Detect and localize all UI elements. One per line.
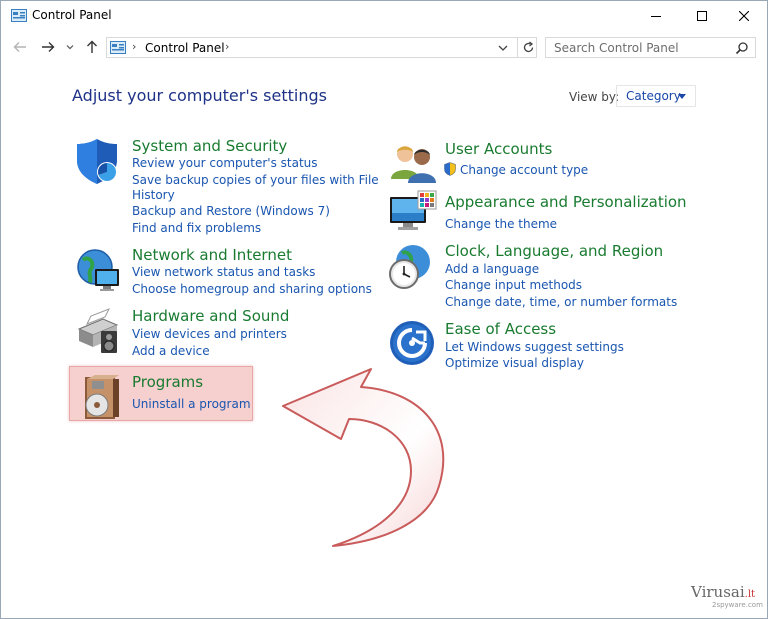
network-status-link[interactable]: View network status and tasks — [132, 264, 315, 280]
breadcrumb-separator-icon[interactable]: › — [132, 40, 136, 53]
change-account-type-link[interactable]: Change account type — [460, 162, 588, 178]
search-box[interactable]: Search Control Panel — [545, 37, 756, 58]
homegroup-sharing-link[interactable]: Choose homegroup and sharing options — [132, 281, 372, 297]
curved-arrow-annotation — [282, 368, 445, 547]
category-title[interactable]: Ease of Access — [445, 320, 556, 338]
title-bar: Control Panel — [1, 1, 767, 31]
search-icon[interactable] — [735, 41, 749, 55]
category-title[interactable]: Programs — [132, 373, 203, 391]
clock-globe-icon — [389, 245, 430, 289]
appearance-monitor-icon — [390, 190, 437, 230]
windows-suggest-settings-link[interactable]: Let Windows suggest settings — [445, 339, 624, 355]
category-title[interactable]: Network and Internet — [132, 246, 292, 264]
category-title[interactable]: Appearance and Personalization — [445, 193, 687, 211]
search-input[interactable]: Search Control Panel — [554, 41, 679, 55]
recent-locations-button[interactable] — [64, 38, 76, 56]
back-button[interactable] — [11, 38, 29, 56]
uac-shield-icon — [444, 162, 456, 176]
close-icon — [739, 11, 749, 21]
network-globe-icon — [77, 249, 119, 291]
add-language-link[interactable]: Add a language — [445, 261, 539, 277]
add-device-link[interactable]: Add a device — [132, 343, 210, 359]
navigation-bar: › Control Panel › Search Control Panel — [1, 34, 767, 62]
save-backup-link-continued[interactable]: History — [132, 187, 175, 203]
backup-restore-link[interactable]: Backup and Restore (Windows 7) — [132, 203, 330, 219]
view-by-dropdown[interactable]: Category — [616, 85, 696, 107]
page-title: Adjust your computer's settings — [72, 86, 327, 105]
change-theme-link[interactable]: Change the theme — [445, 216, 557, 232]
category-title[interactable]: System and Security — [132, 137, 287, 155]
caret-down-icon — [678, 94, 686, 99]
shield-icon — [77, 139, 117, 184]
chevron-down-icon[interactable] — [496, 41, 510, 55]
refresh-button[interactable] — [517, 38, 538, 57]
control-panel-icon — [110, 41, 126, 54]
breadcrumb-control-panel[interactable]: Control Panel — [145, 41, 225, 55]
view-by-value: Category — [626, 89, 681, 103]
find-fix-problems-link[interactable]: Find and fix problems — [132, 220, 261, 236]
watermark-logo: Virusai.lt — [691, 583, 755, 601]
category-title[interactable]: User Accounts — [445, 140, 552, 158]
category-title[interactable]: Hardware and Sound — [132, 307, 289, 325]
save-backup-link[interactable]: Save backup copies of your files with Fi… — [132, 172, 379, 188]
maximize-icon — [697, 11, 707, 21]
printer-speaker-icon — [77, 308, 119, 353]
arrow-right-icon — [42, 42, 55, 52]
control-panel-icon — [11, 9, 27, 22]
watermark-brand: Virusai — [691, 583, 745, 601]
control-panel-window: Control Panel › Control Panel › Search C… — [0, 0, 768, 619]
chevron-down-icon — [66, 45, 74, 50]
programs-disc-icon — [85, 375, 119, 419]
up-button[interactable] — [83, 38, 101, 56]
watermark-suffix: .lt — [744, 589, 756, 600]
minimize-button[interactable] — [633, 1, 679, 31]
uninstall-program-link[interactable]: Uninstall a program — [132, 396, 251, 412]
change-input-methods-link[interactable]: Change input methods — [445, 277, 582, 293]
window-title: Control Panel — [32, 8, 112, 22]
change-date-time-formats-link[interactable]: Change date, time, or number formats — [445, 294, 677, 310]
close-button[interactable] — [721, 1, 767, 31]
arrow-left-icon — [13, 42, 26, 52]
breadcrumb-separator-icon[interactable]: › — [225, 40, 229, 53]
refresh-icon — [523, 41, 533, 53]
arrow-up-icon — [87, 40, 97, 53]
forward-button[interactable] — [39, 38, 57, 56]
review-status-link[interactable]: Review your computer's status — [132, 155, 318, 171]
users-icon — [391, 146, 436, 183]
devices-printers-link[interactable]: View devices and printers — [132, 326, 287, 342]
watermark-subtext: 2spyware.com — [712, 601, 763, 609]
category-title[interactable]: Clock, Language, and Region — [445, 242, 663, 260]
view-by-label: View by: — [569, 90, 620, 104]
address-bar[interactable]: › Control Panel › — [106, 37, 537, 58]
minimize-icon — [651, 16, 661, 17]
maximize-button[interactable] — [679, 1, 725, 31]
